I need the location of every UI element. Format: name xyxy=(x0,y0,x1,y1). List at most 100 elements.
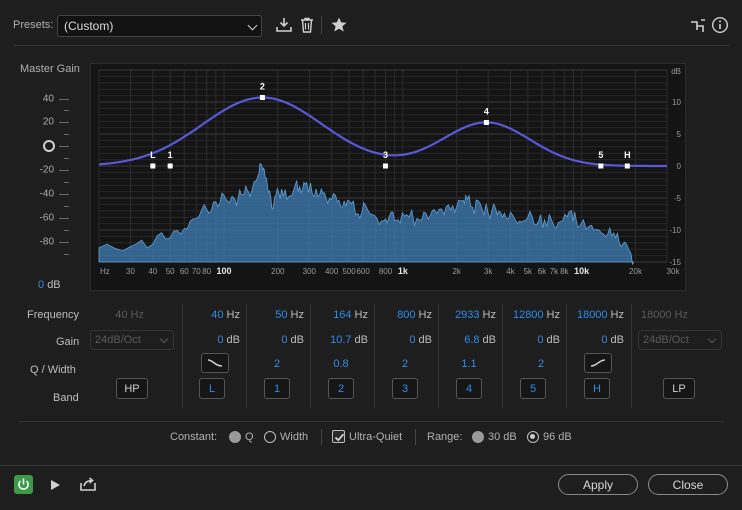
apply-button[interactable]: Apply xyxy=(558,474,638,495)
band-toggle-1[interactable]: 1 xyxy=(264,378,290,399)
range-30db-radio[interactable] xyxy=(472,431,484,443)
band5-q[interactable]: 2 xyxy=(528,358,554,370)
band4-frequency[interactable]: 2933 Hz xyxy=(446,309,496,321)
eq-graph[interactable]: L12345H dB 10 5 0 -5 -10 -15 Hz 30 40 50 60 70 80 100… xyxy=(90,63,686,291)
constant-q-radio[interactable] xyxy=(229,431,241,443)
info-icon[interactable] xyxy=(711,16,729,34)
band-toggle-2[interactable]: 2 xyxy=(328,378,354,399)
frequency-axis-tick: 600 xyxy=(356,267,370,276)
ultra-quiet-label[interactable]: Ultra-Quiet xyxy=(349,431,402,443)
toolbar-divider xyxy=(321,16,322,34)
hp-frequency[interactable]: 40 Hz xyxy=(100,309,144,321)
ultra-quiet-checkbox[interactable] xyxy=(332,430,345,443)
band5-gain[interactable]: 0 dB xyxy=(510,334,560,346)
lp-frequency[interactable]: 18000 Hz xyxy=(640,309,688,321)
l-gain-value: 0 xyxy=(217,334,224,346)
band-marker-2 xyxy=(259,95,265,101)
master-gain-value[interactable]: 0 dB xyxy=(38,279,61,291)
constant-width-label[interactable]: Width xyxy=(280,431,308,443)
band3-gain-value: 0 xyxy=(409,334,416,346)
band2-q[interactable]: 0.8 xyxy=(328,358,354,370)
export-icon[interactable] xyxy=(79,476,97,492)
hp-slope-dropdown[interactable]: 24dB/Oct xyxy=(90,330,174,350)
close-button[interactable]: Close xyxy=(648,474,728,495)
master-gain-unit: dB xyxy=(47,279,61,291)
band4-q[interactable]: 1.1 xyxy=(456,358,482,370)
save-preset-icon[interactable] xyxy=(275,16,293,34)
play-icon[interactable] xyxy=(48,478,62,492)
frequency-axis-tick: 400 xyxy=(325,267,339,276)
chevron-down-icon xyxy=(707,334,717,344)
master-gain-tick: 40 xyxy=(42,93,54,105)
band2-gain[interactable]: 10.7 dB xyxy=(318,334,368,346)
band-toggle-l[interactable]: L xyxy=(199,378,225,399)
band5-frequency-unit: Hz xyxy=(546,309,560,321)
l-frequency-unit: Hz xyxy=(226,309,240,321)
band-marker-label: H xyxy=(624,150,631,160)
hp-frequency-value: 40 xyxy=(115,309,128,321)
band-toggle-h[interactable]: H xyxy=(584,378,610,399)
power-toggle-button[interactable] xyxy=(14,475,33,494)
band4-gain-value: 6.8 xyxy=(464,334,480,346)
band-marker-label: 3 xyxy=(383,150,388,160)
h-shelf-shape-button[interactable] xyxy=(584,353,612,373)
presets-label: Presets: xyxy=(13,19,54,31)
constant-width-radio[interactable] xyxy=(264,431,276,443)
presets-dropdown-value: (Custom) xyxy=(64,19,114,33)
favorite-star-icon[interactable] xyxy=(330,16,348,34)
band1-q[interactable]: 2 xyxy=(264,358,290,370)
band5-frequency[interactable]: 12800 Hz xyxy=(506,309,560,321)
band3-gain[interactable]: 0 dB xyxy=(382,334,432,346)
db-axis-tick: -10 xyxy=(669,226,681,235)
band-toggle-5[interactable]: 5 xyxy=(520,378,546,399)
frequency-axis-tick: 30 xyxy=(126,267,135,276)
band1-gain[interactable]: 0 dB xyxy=(254,334,304,346)
lp-slope-value: 24dB/Oct xyxy=(643,334,689,346)
band-toggle-4[interactable]: 4 xyxy=(456,378,482,399)
band2-frequency-value: 164 xyxy=(333,309,352,321)
frequency-axis-tick: 1k xyxy=(398,266,409,276)
h-frequency-unit: Hz xyxy=(610,309,624,321)
h-frequency-value: 18000 xyxy=(576,309,608,321)
band2-frequency[interactable]: 164 Hz xyxy=(318,309,368,321)
options-divider xyxy=(321,429,322,445)
l-gain[interactable]: 0 dB xyxy=(190,334,240,346)
delete-preset-icon[interactable] xyxy=(298,16,316,34)
constant-q-label[interactable]: Q xyxy=(245,431,254,443)
h-gain[interactable]: 0 dB xyxy=(574,334,624,346)
band4-gain[interactable]: 6.8 dB xyxy=(446,334,496,346)
routing-icon[interactable] xyxy=(689,17,707,35)
frequency-axis-tick: 3k xyxy=(484,267,493,276)
presets-dropdown[interactable]: (Custom) xyxy=(57,15,262,37)
band-marker-5 xyxy=(598,163,604,169)
lp-slope-dropdown[interactable]: 24dB/Oct xyxy=(638,330,722,350)
band5-gain-value: 0 xyxy=(537,334,544,346)
range-96db-radio[interactable] xyxy=(527,431,539,443)
band3-q[interactable]: 2 xyxy=(392,358,418,370)
band4-frequency-value: 2933 xyxy=(455,309,480,321)
master-gain-knob[interactable] xyxy=(43,140,55,152)
band4-frequency-unit: Hz xyxy=(482,309,496,321)
range-96db-label[interactable]: 96 dB xyxy=(543,431,572,443)
h-gain-value: 0 xyxy=(601,334,608,346)
frequency-axis-tick: 300 xyxy=(303,267,317,276)
frequency-axis-tick: 500 xyxy=(342,267,356,276)
frequency-axis-tick: 70 xyxy=(192,267,201,276)
band5-gain-unit: dB xyxy=(546,334,560,346)
l-shelf-shape-button[interactable] xyxy=(201,353,229,373)
band-toggle-lp[interactable]: LP xyxy=(663,378,695,399)
band3-frequency[interactable]: 800 Hz xyxy=(382,309,432,321)
h-frequency[interactable]: 18000 Hz xyxy=(570,309,624,321)
frequency-axis-tick: 80 xyxy=(202,267,211,276)
master-gain-tick: -40 xyxy=(39,188,54,200)
band-toggle-hp[interactable]: HP xyxy=(116,378,148,399)
band1-frequency[interactable]: 50 Hz xyxy=(254,309,304,321)
footer-divider xyxy=(0,465,742,466)
master-gain-tick: -20 xyxy=(39,164,54,176)
l-frequency[interactable]: 40 Hz xyxy=(190,309,240,321)
band-marker-4 xyxy=(483,119,489,125)
band-toggle-3[interactable]: 3 xyxy=(392,378,418,399)
band5-frequency-value: 12800 xyxy=(512,309,544,321)
range-30db-label[interactable]: 30 dB xyxy=(488,431,517,443)
frequency-axis-tick: 200 xyxy=(271,267,285,276)
